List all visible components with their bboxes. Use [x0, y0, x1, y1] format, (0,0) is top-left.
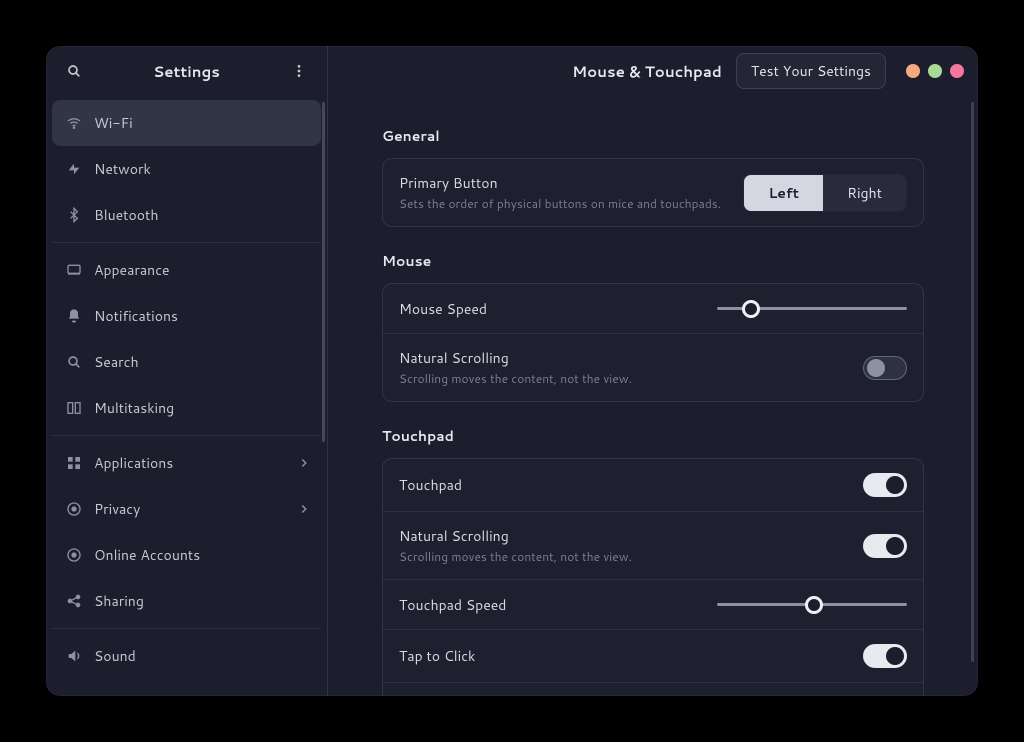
- main-body: General Primary Button Sets the order of…: [328, 96, 978, 696]
- notifications-icon: [62, 308, 86, 324]
- search-button[interactable]: [58, 55, 90, 87]
- page-title: Mouse & Touchpad: [572, 61, 722, 82]
- sidebar-header: Settings: [46, 46, 327, 96]
- wifi-icon: [62, 115, 86, 131]
- section-heading-mouse: Mouse: [382, 251, 924, 271]
- menu-button[interactable]: [283, 55, 315, 87]
- sidebar-item-appearance[interactable]: Appearance: [52, 247, 321, 293]
- row-label: Natural Scrolling: [399, 348, 863, 368]
- primary-button-right[interactable]: Right: [823, 175, 906, 211]
- online-accounts-icon: [62, 547, 86, 563]
- sidebar-item-bluetooth[interactable]: Bluetooth: [52, 192, 321, 238]
- sidebar-item-privacy[interactable]: Privacy: [52, 486, 321, 532]
- mouse-speed-slider[interactable]: [717, 300, 907, 318]
- scrollbar[interactable]: [971, 102, 974, 662]
- sound-icon: [62, 648, 86, 664]
- sidebar-item-label: Network: [94, 159, 311, 179]
- privacy-icon: [62, 501, 86, 517]
- bluetooth-icon: [62, 207, 86, 223]
- sidebar-item-wifi[interactable]: Wi-Fi: [52, 100, 321, 146]
- sidebar-item-sharing[interactable]: Sharing: [52, 578, 321, 624]
- panel-touchpad: Touchpad Natural Scrolling Scrolling mov…: [382, 458, 924, 696]
- sidebar-item-online-accounts[interactable]: Online Accounts: [52, 532, 321, 578]
- touchpad-speed-slider[interactable]: [717, 596, 907, 614]
- touchpad-enabled-toggle[interactable]: [863, 473, 907, 497]
- touchpad-natural-toggle[interactable]: [863, 534, 907, 558]
- sharing-icon: [62, 593, 86, 609]
- sidebar-item-label: Applications: [94, 453, 297, 473]
- sidebar-separator: [52, 242, 321, 243]
- row-touchpad-enabled: Touchpad: [383, 459, 923, 512]
- search-icon: [66, 63, 82, 79]
- row-touchpad-speed: Touchpad Speed: [383, 580, 923, 630]
- sidebar-separator: [52, 435, 321, 436]
- sidebar-item-label: Appearance: [94, 260, 311, 280]
- sidebar-item-sound[interactable]: Sound: [52, 633, 321, 679]
- sidebar-item-label: Search: [94, 352, 311, 372]
- row-label: Primary Button: [399, 173, 743, 193]
- sidebar-list: Wi-Fi Network Bluetooth Appearance Notificat…: [46, 96, 327, 696]
- row-sublabel: Sets the order of physical buttons on mi…: [399, 195, 743, 212]
- row-mouse-speed: Mouse Speed: [383, 284, 923, 334]
- main-header: Mouse & Touchpad Test Your Settings: [328, 46, 978, 96]
- section-heading-general: General: [382, 126, 924, 146]
- row-label: Touchpad: [399, 475, 863, 495]
- row-sublabel: Scrolling moves the content, not the vie…: [399, 548, 863, 565]
- panel-general: Primary Button Sets the order of physica…: [382, 158, 924, 227]
- sidebar-item-label: Sound: [94, 646, 311, 666]
- tap-to-click-toggle[interactable]: [863, 644, 907, 668]
- section-heading-touchpad: Touchpad: [382, 426, 924, 446]
- kebab-icon: [291, 63, 307, 79]
- main: Mouse & Touchpad Test Your Settings Gene…: [328, 46, 978, 696]
- window-controls: [906, 64, 964, 78]
- close-button[interactable]: [950, 64, 964, 78]
- sidebar-title: Settings: [90, 61, 283, 82]
- minimize-button[interactable]: [906, 64, 920, 78]
- sidebar-item-search[interactable]: Search: [52, 339, 321, 385]
- sidebar-item-label: Sharing: [94, 591, 311, 611]
- multitasking-icon: [62, 400, 86, 416]
- row-label: Tap to Click: [399, 646, 863, 666]
- sidebar-item-label: Wi-Fi: [94, 113, 311, 133]
- row-label: Touchpad Speed: [399, 595, 717, 615]
- mouse-natural-toggle[interactable]: [863, 356, 907, 380]
- sidebar-item-label: Online Accounts: [94, 545, 311, 565]
- row-sublabel: Scrolling moves the content, not the vie…: [399, 370, 863, 387]
- settings-window: Settings Wi-Fi Network Bluetooth Appearance…: [46, 46, 978, 696]
- sidebar-separator: [52, 628, 321, 629]
- row-text: Primary Button Sets the order of physica…: [399, 173, 743, 212]
- sidebar-item-label: Multitasking: [94, 398, 311, 418]
- scrollbar[interactable]: [322, 102, 325, 442]
- row-touchpad-natural: Natural Scrolling Scrolling moves the co…: [383, 512, 923, 580]
- row-two-finger-scrolling: Two-finger Scrolling: [383, 683, 923, 696]
- sidebar-item-label: Notifications: [94, 306, 311, 326]
- sidebar-item-label: Privacy: [94, 499, 297, 519]
- sidebar-item-notifications[interactable]: Notifications: [52, 293, 321, 339]
- chevron-right-icon: [297, 502, 311, 516]
- sidebar-item-network[interactable]: Network: [52, 146, 321, 192]
- row-primary-button: Primary Button Sets the order of physica…: [383, 159, 923, 226]
- test-settings-button[interactable]: Test Your Settings: [736, 53, 886, 89]
- sidebar-item-multitasking[interactable]: Multitasking: [52, 385, 321, 431]
- row-mouse-natural: Natural Scrolling Scrolling moves the co…: [383, 334, 923, 401]
- sidebar: Settings Wi-Fi Network Bluetooth Appearance…: [46, 46, 328, 696]
- row-label: Mouse Speed: [399, 299, 717, 319]
- appearance-icon: [62, 262, 86, 278]
- maximize-button[interactable]: [928, 64, 942, 78]
- primary-button-segmented: Left Right: [743, 174, 907, 212]
- primary-button-left[interactable]: Left: [744, 175, 823, 211]
- row-tap-to-click: Tap to Click: [383, 630, 923, 683]
- network-icon: [62, 161, 86, 177]
- sidebar-item-label: Bluetooth: [94, 205, 311, 225]
- row-label: Natural Scrolling: [399, 526, 863, 546]
- applications-icon: [62, 455, 86, 471]
- sidebar-item-applications[interactable]: Applications: [52, 440, 321, 486]
- panel-mouse: Mouse Speed Natural Scrolling Scrolling …: [382, 283, 924, 402]
- search-icon: [62, 354, 86, 370]
- chevron-right-icon: [297, 456, 311, 470]
